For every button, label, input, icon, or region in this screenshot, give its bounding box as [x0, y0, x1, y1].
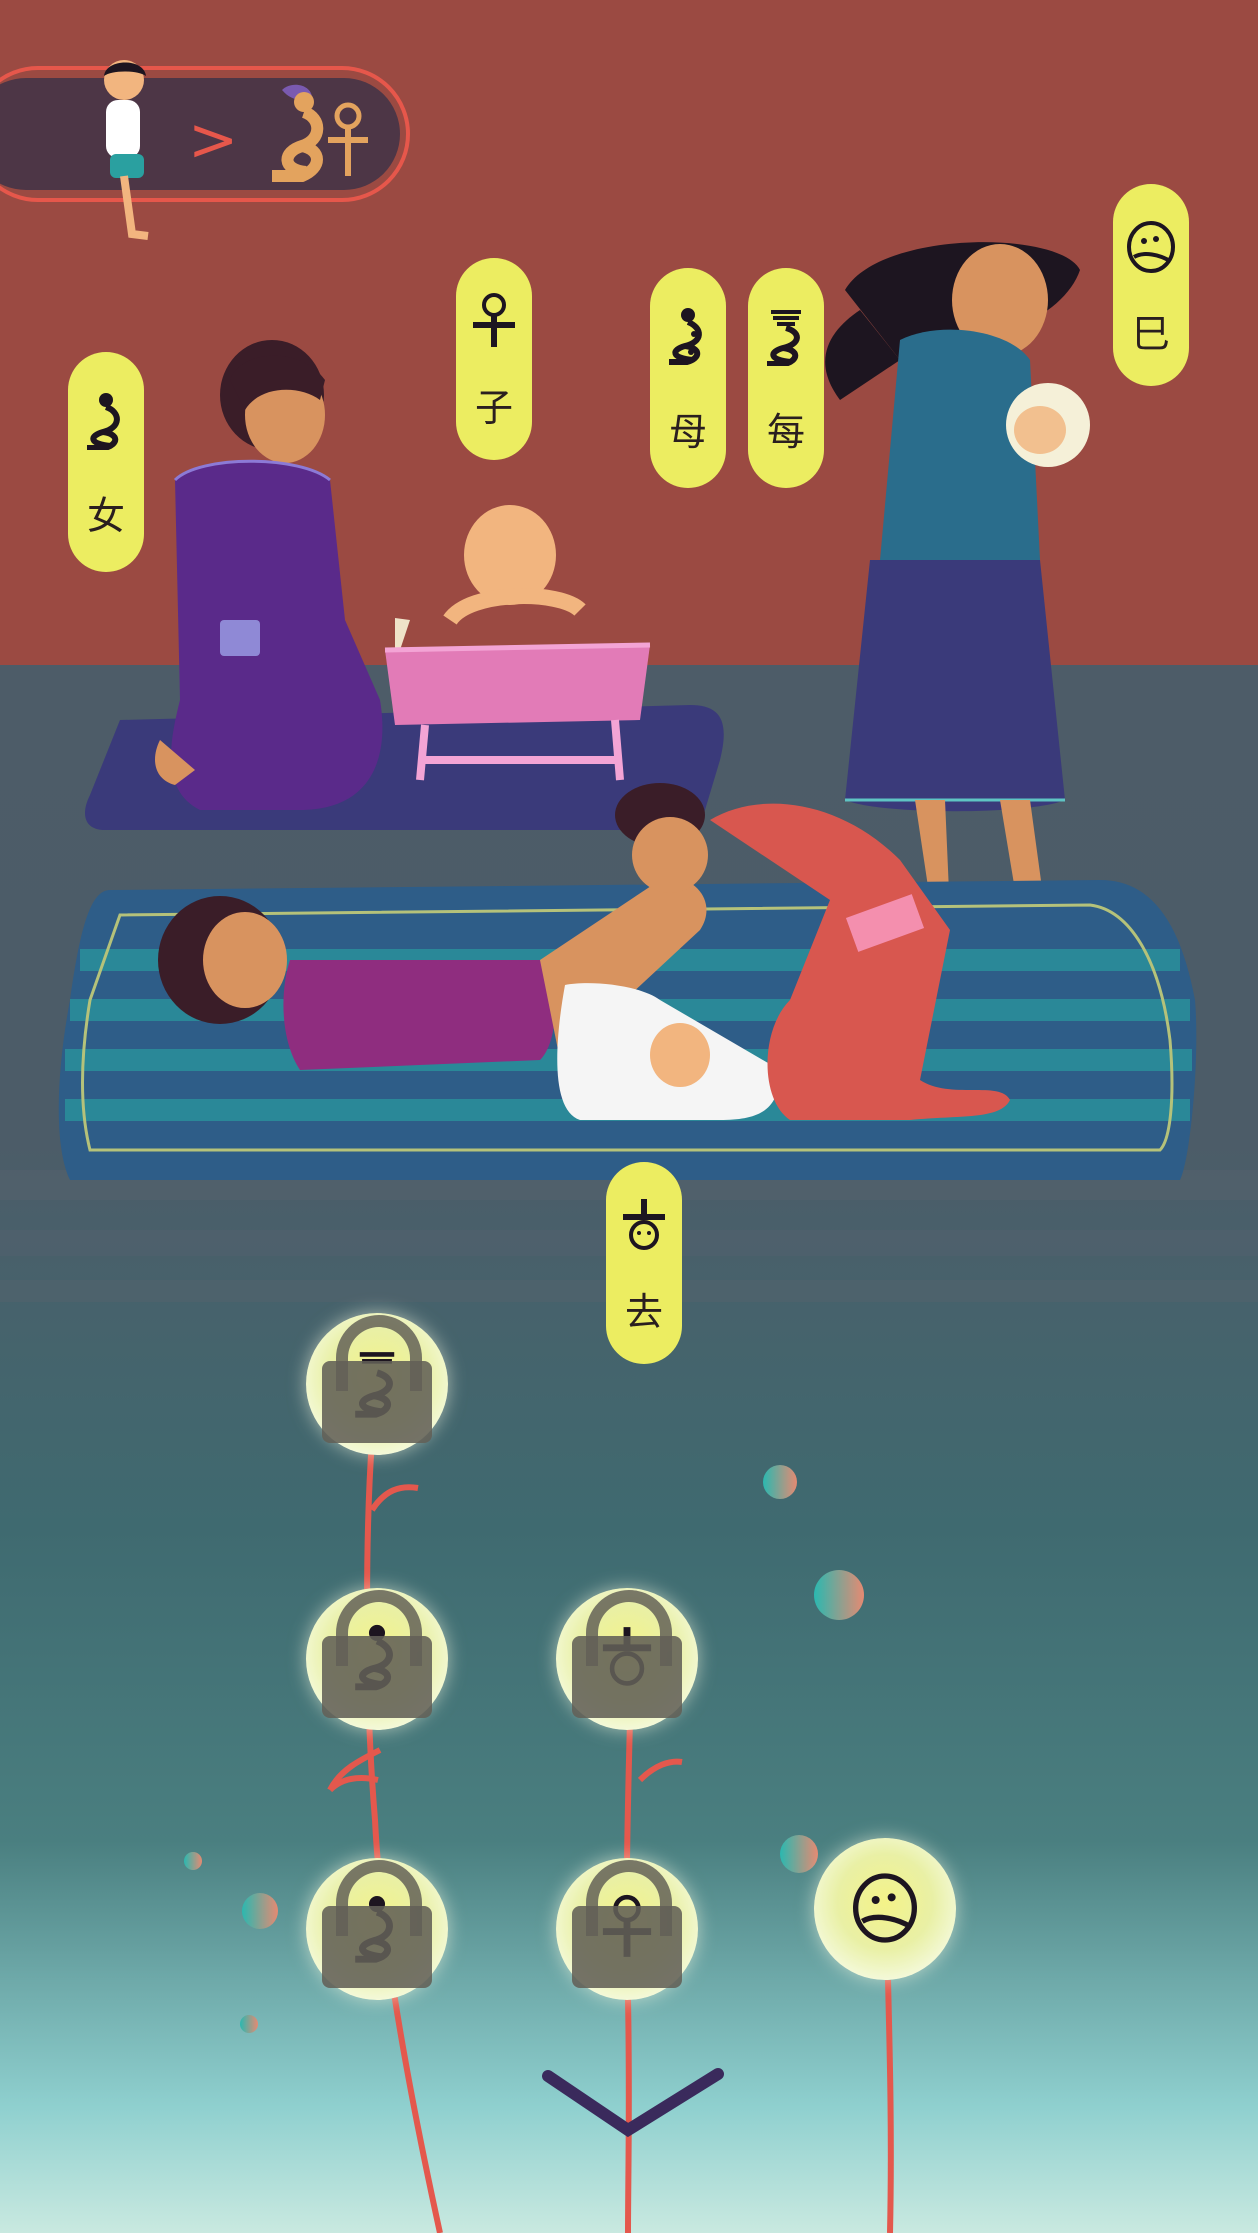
tag-nu-char: 女 — [86, 493, 125, 538]
mei-glyph-icon — [767, 309, 801, 366]
si-glyph-icon — [853, 1873, 917, 1943]
qu-glyph-icon — [623, 1199, 665, 1250]
orb-si-unlocked[interactable] — [814, 1838, 956, 1980]
orb-mei-locked[interactable] — [306, 1313, 448, 1455]
standing-mother — [825, 242, 1090, 915]
tag-zi[interactable]: 子 — [456, 258, 532, 460]
tag-si[interactable]: 巳 — [1113, 184, 1189, 386]
bubble-dot — [780, 1835, 818, 1873]
tag-qu-char: 去 — [624, 1290, 663, 1334]
lock-icon — [572, 1588, 682, 1718]
boy-avatar-icon[interactable] — [92, 56, 172, 246]
lock-icon — [322, 1588, 432, 1718]
nu-glyph-icon — [87, 392, 120, 450]
mu-glyph-icon — [669, 307, 702, 365]
tag-zi-char: 子 — [474, 386, 513, 430]
tag-mei[interactable]: 每 — [748, 268, 824, 488]
orb-mu-locked[interactable] — [306, 1588, 448, 1730]
zi-glyph-icon — [473, 293, 515, 347]
tag-nu[interactable]: 女 — [68, 352, 144, 572]
lock-icon — [322, 1858, 432, 1988]
orb-nu-locked[interactable] — [306, 1858, 448, 2000]
scroll-down-chevron-icon[interactable] — [540, 2060, 730, 2150]
tag-qu[interactable]: 去 — [606, 1162, 682, 1364]
tag-mu[interactable]: 母 — [650, 268, 726, 488]
bubble-dot — [242, 1893, 278, 1929]
bubble-dot — [814, 1570, 864, 1620]
tag-si-char: 巳 — [1131, 312, 1170, 356]
orb-qu-locked[interactable] — [556, 1588, 698, 1730]
breadcrumb-separator: > — [188, 105, 239, 175]
si-glyph-icon — [1127, 221, 1175, 273]
tag-mei-char: 每 — [766, 409, 805, 454]
lock-icon — [572, 1858, 682, 1988]
tag-mu-char: 母 — [668, 409, 707, 454]
mother-child-glyph-icon[interactable] — [262, 80, 372, 190]
bubble-dot — [763, 1465, 797, 1499]
orb-zi-locked[interactable] — [556, 1858, 698, 2000]
bubble-dot — [240, 2015, 258, 2033]
bubble-dot — [184, 1852, 202, 1870]
kneeling-woman — [155, 340, 383, 810]
lock-icon — [322, 1313, 432, 1443]
